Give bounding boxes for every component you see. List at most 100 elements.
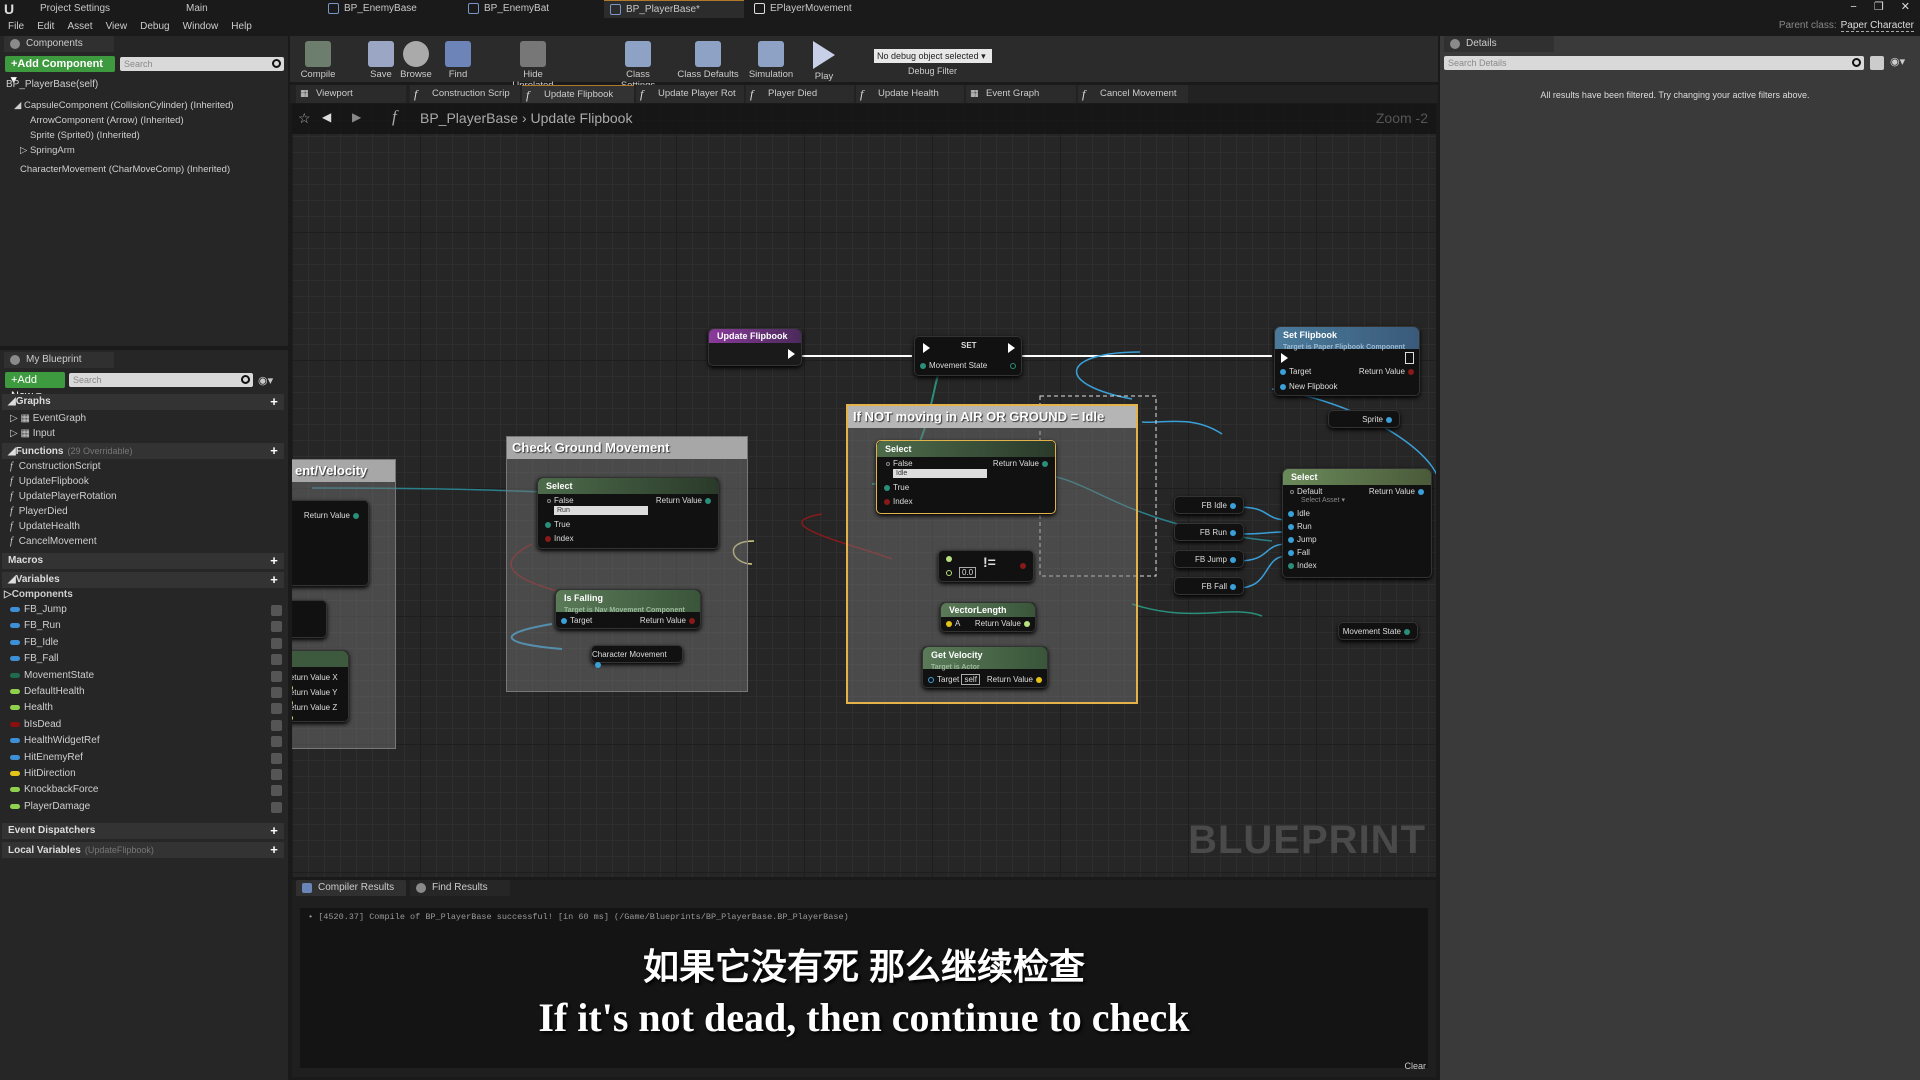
node-character-movement[interactable]: Character Movement [591, 645, 683, 668]
node-set-movement-state[interactable]: SET Movement State [914, 336, 1022, 376]
variable-item[interactable]: DefaultHealth [10, 685, 282, 699]
node-set-flipbook[interactable]: Set Flipbook Target is Paper Flipbook Com… [1274, 326, 1420, 396]
tab-player-died[interactable]: f Player Died [746, 85, 854, 103]
menu-file[interactable]: File [8, 18, 24, 36]
doc-tab-bp-playerbase[interactable]: BP_PlayerBase* [604, 0, 744, 18]
variable-item[interactable]: HitDirection [10, 767, 282, 781]
breadcrumb-root[interactable]: BP_PlayerBase [420, 110, 518, 126]
tab-viewport[interactable]: ▦ Viewport [296, 85, 406, 103]
add-local-variable-icon[interactable]: + [268, 843, 280, 856]
visibility-eye-icon[interactable] [271, 752, 282, 764]
tab-update-flipbook[interactable]: f Update Flipbook [522, 85, 634, 103]
node-break-vector[interactable]: Return Value X Return Value Y Return Val… [292, 650, 349, 722]
visibility-eye-icon[interactable] [271, 769, 282, 780]
variable-item[interactable]: FB_Fall [10, 652, 282, 666]
node-bool-velocity[interactable] [292, 600, 327, 638]
comment-velocity[interactable]: ent/Velocity Return Value Return Value X… [292, 459, 396, 749]
variable-item[interactable]: FB_Jump [10, 603, 282, 617]
node-is-falling[interactable]: Is Falling Target is Nav Movement Compone… [555, 589, 701, 629]
variable-item[interactable]: Health [10, 701, 282, 715]
exec-out-pin[interactable] [1008, 343, 1015, 353]
close-button[interactable]: ✕ [1901, 1, 1910, 13]
node-select-idle[interactable]: Select False Idle Return Value True Inde… [876, 440, 1056, 514]
tab-compiler-results[interactable]: Compiler Results [296, 880, 406, 896]
compile-button[interactable]: Compile [296, 36, 340, 82]
clear-button[interactable]: Clear [1404, 1061, 1426, 1071]
macros-section[interactable]: Macros + [2, 553, 284, 569]
variable-item[interactable]: MovementState [10, 669, 282, 683]
visibility-eye-icon[interactable] [271, 637, 282, 649]
function-updateflipbook[interactable]: f UpdateFlipbook [10, 475, 89, 489]
function-constructionscript[interactable]: f ConstructionScript [10, 460, 100, 474]
menu-debug[interactable]: Debug [140, 18, 169, 36]
debug-object-select[interactable]: No debug object selected ▾ [874, 49, 992, 63]
graphs-section[interactable]: ◢Graphs + [2, 394, 284, 410]
tab-cancel-movement[interactable]: f Cancel Movement [1078, 85, 1188, 103]
comment-check-ground-movement[interactable]: Check Ground Movement Select False Run R… [506, 436, 748, 692]
visibility-eye-icon[interactable] [271, 785, 282, 797]
play-button[interactable]: Play [806, 36, 842, 82]
variable-item[interactable]: PlayerDamage [10, 800, 282, 814]
node-get-velocity[interactable]: Get Velocity Target is Actor Target self … [922, 646, 1048, 688]
variable-item[interactable]: HealthWidgetRef [10, 734, 282, 748]
simulation-button[interactable]: Simulation [746, 36, 796, 82]
node-fb-jump[interactable]: FB Jump [1174, 550, 1244, 568]
doc-tab-bp-enemybat[interactable]: BP_EnemyBat [462, 0, 592, 18]
comment-if-not-moving[interactable]: If NOT moving in AIR OR GROUND = Idle Se… [846, 404, 1138, 704]
component-sprite[interactable]: Sprite (Sprite0) (Inherited) [30, 129, 140, 143]
tab-event-graph[interactable]: ▦ Event Graph [966, 85, 1076, 103]
my-blueprint-tab[interactable]: My Blueprint [4, 352, 114, 368]
minimize-button[interactable]: − [1850, 1, 1856, 13]
tab-find-results[interactable]: Find Results [410, 880, 510, 896]
eye-icon[interactable]: ◉▾ [258, 374, 273, 387]
functions-section[interactable]: ◢Functions (29 Overridable) + [2, 443, 284, 459]
select-asset-dropdown[interactable]: Select Asset ▾ [1301, 496, 1345, 506]
component-self[interactable]: BP_PlayerBase(self) [6, 78, 98, 92]
class-defaults-button[interactable]: Class Defaults [676, 36, 740, 82]
function-updatehealth[interactable]: f UpdateHealth [10, 520, 80, 534]
menu-edit[interactable]: Edit [37, 18, 54, 36]
menu-asset[interactable]: Asset [67, 18, 92, 36]
local-variables-section[interactable]: Local Variables (UpdateFlipbook) + [2, 842, 284, 858]
false-value-dropdown[interactable]: Run [554, 506, 648, 515]
visibility-eye-icon[interactable] [271, 621, 282, 633]
visibility-eye-icon[interactable] [271, 670, 282, 682]
add-dispatcher-icon[interactable]: + [268, 824, 280, 837]
components-tab[interactable]: Components [4, 36, 114, 52]
component-springarm[interactable]: ▷ SpringArm [20, 144, 75, 158]
exec-out-pin[interactable] [788, 349, 795, 359]
node-movement-state-getter[interactable]: Movement State [1338, 622, 1418, 640]
function-cancelmovement[interactable]: f CancelMovement [10, 535, 97, 549]
add-macro-icon[interactable]: + [268, 554, 280, 567]
node-sprite-getter[interactable]: Sprite [1328, 410, 1400, 428]
variable-item[interactable]: KnockbackForce [10, 783, 282, 797]
tab-update-player-rotation[interactable]: f Update Player Rot [636, 85, 744, 103]
node-entry-update-flipbook[interactable]: Update Flipbook [708, 328, 802, 366]
grid-view-icon[interactable] [1870, 56, 1884, 70]
variable-item[interactable]: FB_Idle [10, 636, 282, 650]
variables-section[interactable]: ◢Variables + [2, 572, 284, 588]
doc-tab-bp-enemybase[interactable]: BP_EnemyBase [322, 0, 452, 18]
node-vector-length[interactable]: VectorLength A Return Value [940, 602, 1036, 632]
visibility-eye-icon[interactable] [271, 605, 282, 616]
tab-update-health[interactable]: f Update Health [856, 85, 964, 103]
variable-item[interactable]: bIsDead [10, 718, 282, 732]
project-settings-label[interactable]: Project Settings [40, 3, 110, 14]
back-arrow-icon[interactable]: ◀ [322, 110, 331, 124]
menu-view[interactable]: View [106, 18, 128, 36]
variable-item[interactable]: HitEnemyRef [10, 751, 282, 765]
node-select-flipbook[interactable]: Select Default Select Asset ▾ Return Val… [1282, 468, 1432, 578]
add-component-button[interactable]: +Add Component ▾ [5, 56, 115, 86]
visibility-eye-icon[interactable] [271, 736, 282, 748]
graph-input[interactable]: ▷ ▦ Input [10, 427, 55, 441]
forward-arrow-icon[interactable]: ▶ [352, 110, 361, 124]
visibility-eye-icon[interactable] [271, 719, 282, 731]
node-select-velocity[interactable]: Return Value [292, 500, 369, 586]
false-value-dropdown[interactable]: Idle [893, 469, 987, 478]
doc-tab-eplayermovement[interactable]: EPlayerMovement [748, 0, 888, 18]
visibility-eye-icon[interactable] [271, 687, 282, 698]
add-new-button[interactable]: +Add New ▾ [5, 372, 65, 402]
save-button[interactable]: Save [366, 36, 396, 82]
favorite-star-icon[interactable]: ☆ [298, 110, 311, 127]
component-charactermovement[interactable]: CharacterMovement (CharMoveComp) (Inheri… [20, 163, 230, 177]
